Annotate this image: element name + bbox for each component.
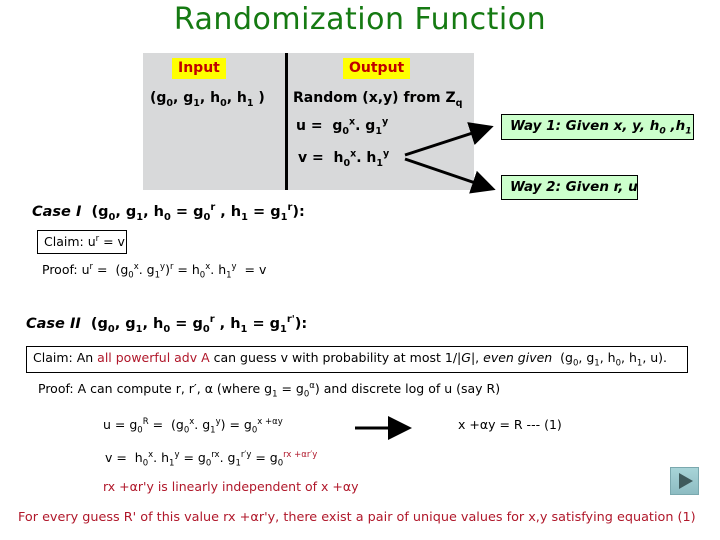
- case1-claim-box: Claim: ur = v: [37, 230, 127, 254]
- next-slide-button[interactable]: [670, 467, 699, 495]
- claim-suffix: can guess v with probability at most 1/|…: [209, 350, 668, 369]
- arrow-to-way2: [404, 157, 496, 194]
- equation-1: x +αy = R --- (1): [458, 417, 562, 432]
- v-equation: v = h0x. h1y = g0rx. g1r′y = g0rx +αr′y: [105, 449, 318, 469]
- u-equation: u = g0R = (g0x. g1y) = g0x +αy: [103, 416, 283, 436]
- independence-note: rx +αr'y is linearly independent of x +α…: [103, 479, 359, 494]
- claim-highlight: all powerful adv A: [97, 350, 210, 365]
- case1-proof: Proof: ur = (g0x. g1y)r = h0x. h1y = v: [42, 261, 267, 281]
- arrow-to-way1: [404, 122, 494, 157]
- case2-heading: Case II (g0, g1, h0 = g0r , h1 = g1r'):: [26, 314, 308, 335]
- conclusion: For every guess R' of this value rx +αr'…: [18, 510, 696, 525]
- case1-heading: Case I (g0, g1, h0 = g0r , h1 = g1r):: [32, 202, 305, 223]
- way1-box: Way 1: Given x, y, h0 ,h1: [501, 114, 694, 140]
- case2-proof: Proof: A can compute r, r′, α (where g1 …: [38, 380, 501, 400]
- way2-box: Way 2: Given r, u: [501, 175, 638, 200]
- play-icon: [679, 473, 693, 489]
- claim-prefix: Claim: An: [33, 350, 98, 365]
- case2-claim-box: Claim: An all powerful adv A can guess v…: [26, 346, 688, 373]
